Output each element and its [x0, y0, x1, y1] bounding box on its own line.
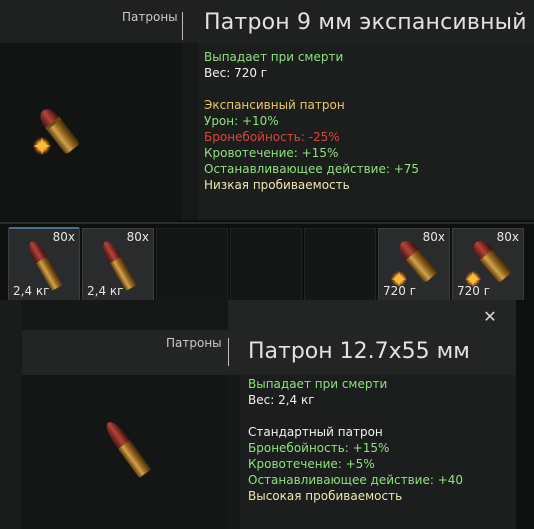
stack-count: 80x: [126, 230, 149, 244]
armor-piercing-stat: Бронебойность: +15%: [248, 441, 390, 455]
stack-weight: 2,4 кг: [87, 284, 124, 298]
background-panel-edge: [0, 300, 22, 529]
bleeding-stat: Кровотечение: +15%: [204, 146, 339, 160]
stack-count: 80x: [422, 230, 445, 244]
inventory-slot-empty[interactable]: [230, 228, 302, 302]
stopping-power-stat: Останавливающее действие: +40: [248, 473, 464, 487]
item-category: Патроны: [166, 336, 222, 350]
stack-count: 80x: [496, 230, 519, 244]
weight-text: Вес: 2,4 кг: [248, 393, 315, 407]
close-icon[interactable]: ✕: [482, 309, 498, 325]
penetration-stat: Низкая пробиваемость: [204, 178, 350, 192]
drop-on-death-text: Выпадает при смерти: [204, 50, 344, 64]
inventory-slot[interactable]: 80x 2,4 кг: [8, 227, 80, 302]
stack-weight: 720 г: [457, 284, 491, 298]
round-nose-bullet-icon: [106, 422, 151, 478]
drop-on-death-text: Выпадает при смерти: [248, 377, 388, 391]
weight-text: Вес: 720 г: [204, 66, 268, 80]
inventory-slot[interactable]: 80x 2,4 кг: [82, 228, 154, 302]
inventory-slot-empty[interactable]: [304, 228, 376, 302]
stopping-power-stat: Останавливающее действие: +75: [204, 162, 420, 176]
ammo-type-text: Экспансивный патрон: [204, 98, 345, 112]
armor-piercing-stat: Бронебойность: -25%: [204, 130, 340, 144]
stack-weight: 2,4 кг: [13, 284, 50, 298]
damage-stat: Урон: +10%: [204, 114, 279, 128]
bleeding-stat: Кровотечение: +5%: [248, 457, 375, 471]
stack-count: 80x: [52, 230, 75, 244]
ammo-type-text: Стандартный патрон: [248, 425, 383, 439]
penetration-stat: Высокая пробиваемость: [248, 489, 403, 503]
item-title: Патрон 9 мм экспансивный: [204, 10, 527, 35]
inventory-slot-empty[interactable]: [156, 228, 228, 302]
item-category: Патроны: [122, 10, 178, 24]
tooltip-titlebar: [228, 300, 516, 330]
item-title: Патрон 12.7х55 мм: [248, 339, 470, 364]
expansive-bullet-icon: [33, 109, 80, 155]
inventory-slot[interactable]: 80x 720 г: [452, 228, 524, 302]
stack-weight: 720 г: [383, 284, 417, 298]
header-divider: [182, 12, 183, 40]
inventory-divider: [0, 222, 534, 224]
inventory-slot[interactable]: 80x 720 г: [378, 228, 450, 302]
header-divider: [228, 338, 229, 366]
background-panel-edge: [516, 300, 534, 529]
